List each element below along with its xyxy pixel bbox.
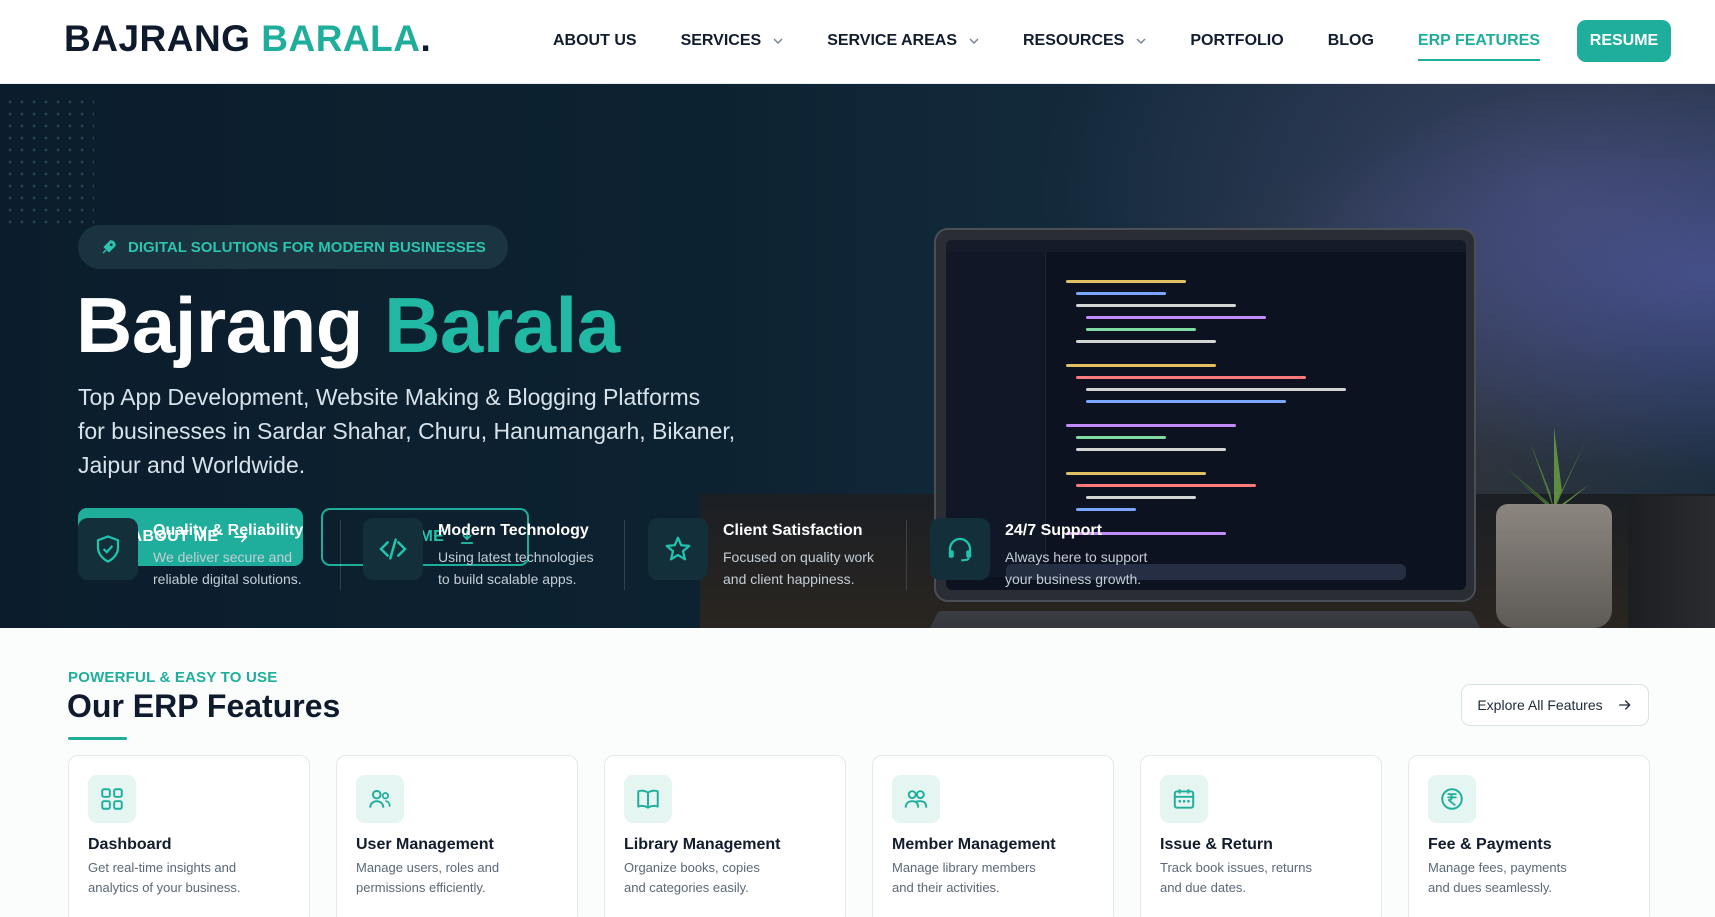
- nav-portfolio-label: PORTFOLIO: [1190, 32, 1284, 49]
- hero-subtitle-line: for businesses in Sardar Shahar, Churu, …: [78, 418, 736, 444]
- hero-badge: DIGITAL SOLUTIONS FOR MODERN BUSINESSES: [78, 225, 508, 269]
- card-description: Organize books, copies and categories eas…: [624, 860, 760, 895]
- nav-service-areas[interactable]: SERVICE AREAS: [827, 0, 979, 82]
- chevron-down-icon: [969, 38, 979, 45]
- feature-divider: [340, 520, 341, 590]
- hero-subtitle-line: Top App Development, Website Making & Bl…: [78, 384, 701, 410]
- main-menu: ABOUT US SERVICES SERVICE AREAS RESOURCE…: [553, 0, 1584, 82]
- feature-title: Client Satisfaction: [723, 522, 863, 539]
- feature-description: Using latest technologies to build scalab…: [438, 549, 594, 587]
- feature-card-fee-payments[interactable]: Fee & Payments Manage fees, payments and …: [1408, 755, 1650, 917]
- title-underline: [68, 737, 127, 740]
- shield-check-icon: [78, 518, 138, 580]
- nav-services[interactable]: SERVICES: [681, 0, 784, 82]
- nav-about-us-label: ABOUT US: [553, 32, 637, 49]
- card-title: Member Management: [892, 836, 1056, 853]
- feature-description: Focused on quality work and client happin…: [723, 549, 874, 587]
- section-kicker: POWERFUL & EASY TO USE: [68, 669, 278, 686]
- card-title: Library Management: [624, 836, 781, 853]
- hero-title-accent: Barala: [384, 281, 620, 369]
- logo-text-accent: BARALA: [261, 18, 421, 59]
- nav-blog-label: BLOG: [1327, 32, 1374, 49]
- feature-description: We deliver secure and reliable digital so…: [153, 549, 302, 587]
- dot-pattern: [4, 96, 94, 226]
- card-description: Manage fees, payments and dues seamlessly…: [1428, 860, 1567, 895]
- feature-card-member-management[interactable]: Member Management Manage library members…: [872, 755, 1114, 917]
- headset-icon: [930, 518, 990, 580]
- logo-text-primary: BAJRANG: [64, 18, 251, 59]
- nav-service-areas-label: SERVICE AREAS: [827, 32, 957, 49]
- feature-card-user-management[interactable]: User Management Manage users, roles and p…: [336, 755, 578, 917]
- feature-card-issue-return[interactable]: Issue & Return Track book issues, return…: [1140, 755, 1382, 917]
- hero-feature-support: 24/7 Support Always here to support your …: [930, 518, 1175, 590]
- nav-services-label: SERVICES: [680, 32, 762, 49]
- logo-dot: .: [420, 18, 432, 59]
- top-navbar: BAJRANG BARALA. ABOUT US SERVICES SERVIC…: [0, 0, 1715, 84]
- card-title: Fee & Payments: [1428, 836, 1552, 853]
- card-title: Issue & Return: [1160, 836, 1273, 853]
- feature-description: Always here to support your business grow…: [1005, 549, 1148, 587]
- explore-all-features-label: Explore All Features: [1477, 697, 1603, 713]
- laptop-keyboard-base: [898, 611, 1512, 628]
- arrow-right-icon: [1618, 700, 1631, 710]
- calendar-icon: [1160, 775, 1208, 823]
- card-description: Get real-time insights and analytics of y…: [88, 860, 241, 895]
- card-title: Dashboard: [88, 836, 172, 853]
- users-icon: [356, 775, 404, 823]
- site-logo[interactable]: BAJRANG BARALA.: [64, 18, 431, 60]
- feature-divider: [624, 520, 625, 590]
- hero-subtitle: Top App Development, Website Making & Bl…: [78, 380, 778, 482]
- succulent-plant-image: [1505, 427, 1608, 510]
- feature-card-dashboard[interactable]: Dashboard Get real-time insights and anal…: [68, 755, 310, 917]
- resume-nav-button[interactable]: RESUME: [1577, 20, 1671, 62]
- feature-title: Modern Technology: [438, 522, 589, 539]
- nav-erp-features-label: ERP FEATURES: [1417, 32, 1540, 49]
- section-title: Our ERP Features: [67, 688, 341, 724]
- hero-feature-satisfaction: Client Satisfaction Focused on quality w…: [648, 518, 893, 590]
- feature-divider: [906, 520, 907, 590]
- feature-title: 24/7 Support: [1005, 522, 1102, 539]
- nav-erp-features[interactable]: ERP FEATURES: [1417, 0, 1541, 82]
- plant-pot-image: [1496, 504, 1612, 628]
- card-description: Track book issues, returns and due dates.: [1160, 860, 1312, 895]
- erp-features-section: POWERFUL & EASY TO USE Our ERP Features …: [0, 628, 1715, 917]
- hero-subtitle-line: Jaipur and Worldwide.: [78, 452, 306, 478]
- hero-title: Bajrang Barala: [76, 280, 620, 371]
- card-title: User Management: [356, 836, 494, 853]
- rocket-icon: [102, 240, 116, 254]
- mug-image: [1628, 496, 1715, 628]
- feature-title: Quality & Reliability: [153, 522, 304, 539]
- nav-about-us[interactable]: ABOUT US: [553, 0, 637, 82]
- book-open-icon: [624, 775, 672, 823]
- card-description: Manage users, roles and permissions effic…: [356, 860, 500, 895]
- nav-portfolio[interactable]: PORTFOLIO: [1190, 0, 1283, 82]
- hero-feature-quality: Quality & Reliability We deliver secure …: [78, 518, 323, 590]
- screen-menubar: [946, 240, 1466, 252]
- dashboard-grid-icon: [88, 775, 136, 823]
- star-icon: [648, 518, 708, 580]
- chevron-down-icon: [1136, 38, 1146, 45]
- members-icon: [892, 775, 940, 823]
- explore-all-features-button[interactable]: Explore All Features: [1461, 684, 1649, 726]
- hero-feature-technology: Modern Technology Using latest technolog…: [363, 518, 608, 590]
- feature-card-library-management[interactable]: Library Management Organize books, copie…: [604, 755, 846, 917]
- hero-badge-text: DIGITAL SOLUTIONS FOR MODERN BUSINESSES: [128, 238, 486, 256]
- nav-blog[interactable]: BLOG: [1328, 0, 1374, 82]
- chevron-down-icon: [773, 38, 783, 45]
- hero-title-first: Bajrang: [76, 281, 363, 369]
- card-description: Manage library members and their activiti…: [892, 860, 1036, 895]
- nav-resources[interactable]: RESOURCES: [1023, 0, 1146, 82]
- code-icon: [363, 518, 423, 580]
- rupee-icon: [1428, 775, 1476, 823]
- hero-section: DIGITAL SOLUTIONS FOR MODERN BUSINESSES …: [0, 84, 1715, 628]
- nav-resources-label: RESOURCES: [1023, 32, 1125, 49]
